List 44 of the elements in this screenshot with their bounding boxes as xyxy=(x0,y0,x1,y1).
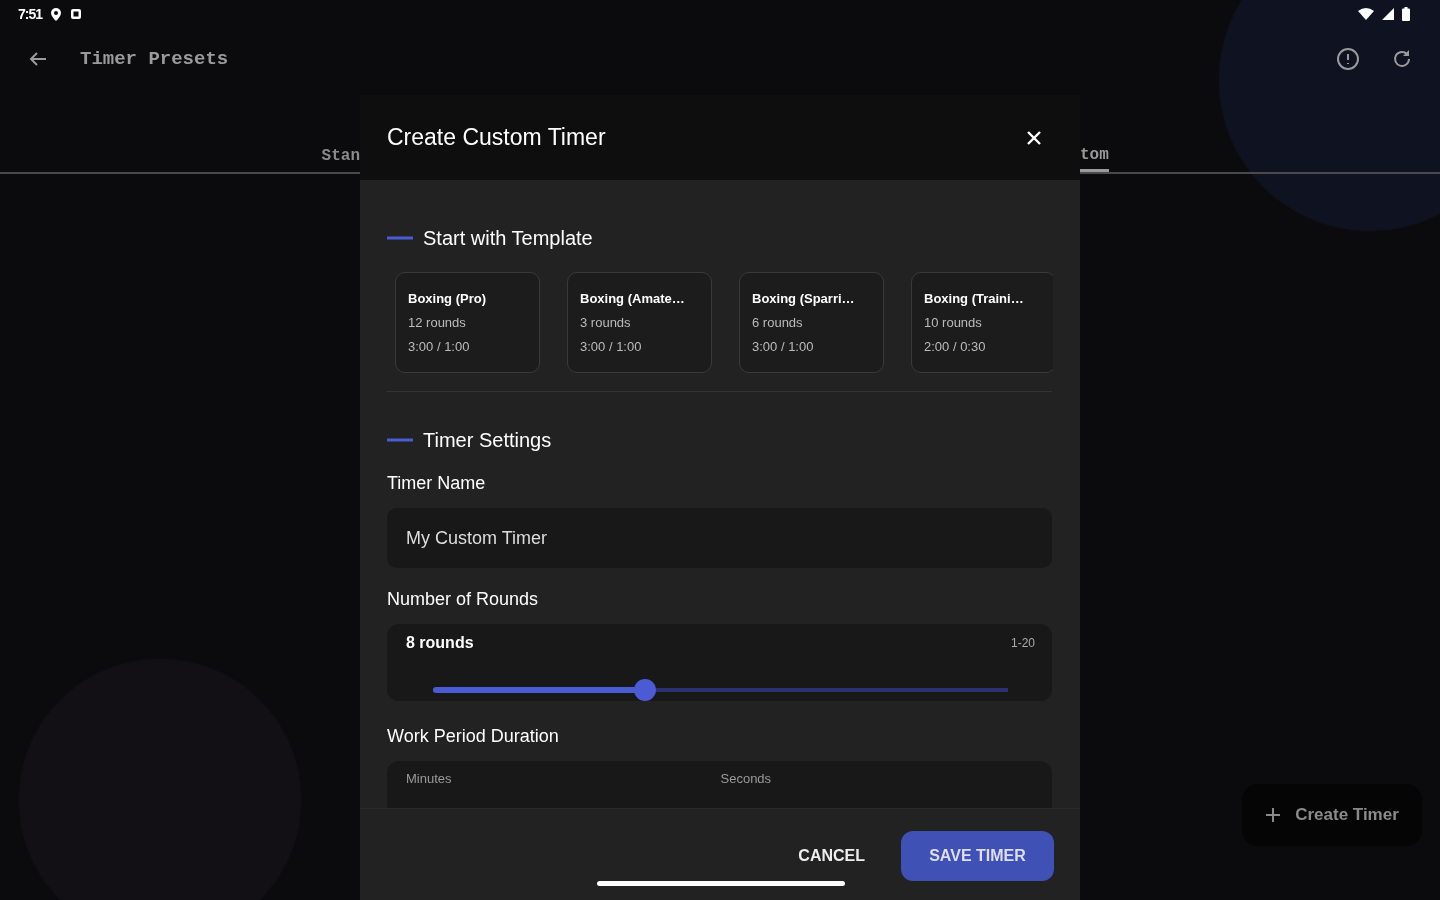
template-rounds: 10 rounds xyxy=(924,315,983,330)
template-times: 3:00 / 1:00 xyxy=(408,339,471,354)
template-name: Boxing (Sparri… xyxy=(752,291,856,306)
range-label: 1-20 xyxy=(1010,636,1035,650)
template-name: Boxing (Amate… xyxy=(580,291,686,306)
template-rounds: 3 rounds xyxy=(580,315,632,330)
template-rounds: 6 rounds xyxy=(752,315,804,330)
field-label: Timer Name xyxy=(387,473,487,494)
plus-icon xyxy=(1265,807,1282,823)
location-icon xyxy=(50,7,63,21)
field-label: Number of Rounds xyxy=(387,589,540,610)
rounds-value: 8 rounds xyxy=(406,634,474,652)
notification-icon xyxy=(70,8,83,20)
template-card[interactable]: Boxing (Sparri… 6 rounds 3:00 / 1:00 xyxy=(739,272,884,373)
create-timer-button[interactable]: Create Timer xyxy=(1242,784,1422,846)
battery-icon xyxy=(1402,7,1410,21)
close-icon xyxy=(1026,129,1042,146)
duration-label: Minutes xyxy=(406,771,453,788)
wifi-icon xyxy=(1358,8,1374,20)
template-times: 3:00 / 1:00 xyxy=(752,339,815,354)
template-name: Boxing (Traini… xyxy=(924,291,1025,306)
section-marker xyxy=(387,438,413,442)
template-rounds: 12 rounds xyxy=(408,315,467,330)
dialog-title: Create Custom Timer xyxy=(387,124,606,151)
section-title: Timer Settings xyxy=(423,428,552,452)
template-times: 2:00 / 0:30 xyxy=(924,339,987,354)
section-marker xyxy=(387,236,413,240)
slider-thumb[interactable] xyxy=(633,679,656,701)
template-card[interactable]: Boxing (Amate… 3 rounds 3:00 / 1:00 xyxy=(567,272,712,373)
info-icon xyxy=(1336,47,1360,71)
status-time: 7:51 xyxy=(18,6,43,22)
screen-title: Timer Presets xyxy=(80,48,229,70)
template-card[interactable]: Boxing (Traini… 10 rounds 2:00 / 0:30 xyxy=(911,272,1053,373)
template-card[interactable]: Boxing (Pro) 12 rounds 3:00 / 1:00 xyxy=(395,272,540,373)
signal-icon xyxy=(1382,8,1394,20)
cancel-button[interactable]: CANCEL xyxy=(798,831,865,881)
duration-label: Seconds xyxy=(720,771,773,788)
save-button[interactable]: SAVE TIMER xyxy=(901,831,1054,881)
name-field[interactable]: My Custom Timer xyxy=(387,508,1052,568)
tab[interactable]: Stan xyxy=(321,140,360,172)
section-title: Start with Template xyxy=(423,226,593,250)
field-label: Work Period Duration xyxy=(387,726,560,747)
template-times: 3:00 / 1:00 xyxy=(580,339,643,354)
template-name: Boxing (Pro) xyxy=(408,291,487,306)
